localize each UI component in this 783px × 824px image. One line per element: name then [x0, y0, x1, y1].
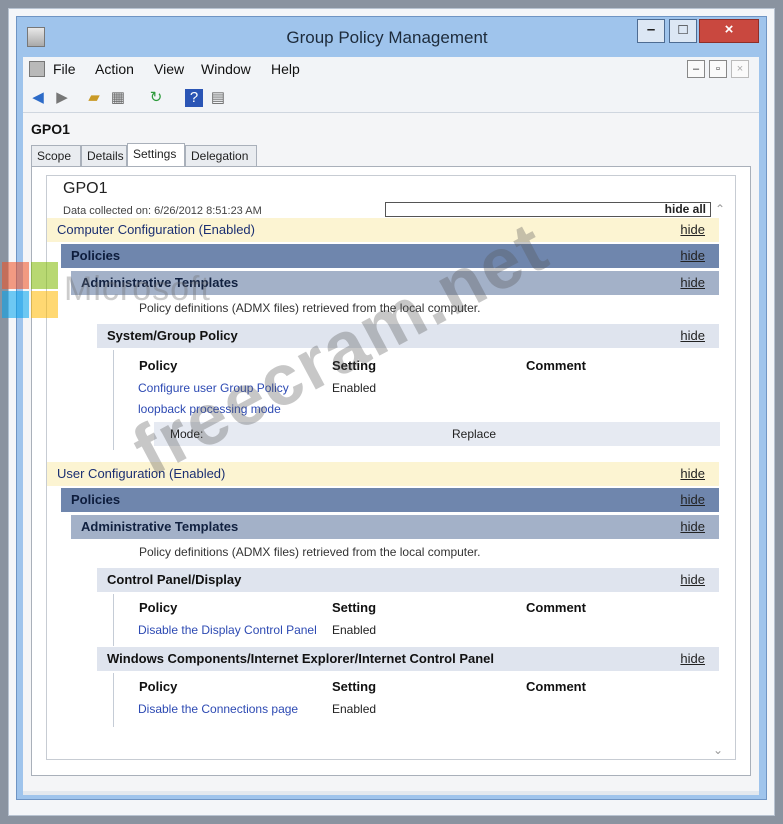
- col-policy: Policy: [139, 600, 178, 615]
- mdi-minimize-button[interactable]: –: [687, 60, 705, 78]
- admin-templates-label: Administrative Templates: [81, 519, 239, 534]
- policy-link[interactable]: Disable the Display Control Panel: [138, 623, 317, 637]
- client-area: GPO1 Scope Details Settings Delegation G…: [23, 113, 759, 791]
- policies-label: Policies: [71, 248, 121, 263]
- mdi-close-button[interactable]: ×: [731, 60, 749, 78]
- admx-note: Policy definitions (ADMX files) retrieve…: [139, 545, 481, 559]
- hide-link[interactable]: hide: [680, 222, 705, 237]
- policy-table: Policy Setting Comment Disable the Conne…: [113, 673, 719, 727]
- status-bar: [23, 791, 759, 795]
- menu-action[interactable]: Action: [95, 61, 134, 77]
- mode-value: Replace: [452, 427, 497, 441]
- hide-link[interactable]: hide: [680, 651, 705, 666]
- menu-bar: File Action View Window Help – ▫ ×: [23, 57, 759, 83]
- policies-label: Policies: [71, 492, 121, 507]
- forward-arrow-icon[interactable]: ▶: [53, 89, 71, 107]
- computer-config-title: Computer Configuration (Enabled): [57, 222, 255, 237]
- col-policy: Policy: [139, 679, 178, 694]
- menu-file[interactable]: File: [53, 61, 76, 77]
- policy-table: Policy Setting Comment Disable the Displ…: [113, 594, 719, 646]
- section-label: System/Group Policy: [107, 328, 238, 343]
- col-policy: Policy: [139, 358, 178, 373]
- scroll-up-icon[interactable]: ⌃: [715, 202, 725, 216]
- hide-link[interactable]: hide: [680, 275, 705, 290]
- microsoft-logo-watermark: [2, 262, 58, 318]
- hide-link[interactable]: hide: [680, 248, 705, 263]
- section-label: Control Panel/Display: [107, 572, 242, 587]
- menu-help[interactable]: Help: [271, 61, 300, 77]
- menu-view[interactable]: View: [154, 61, 184, 77]
- document-icon: [29, 61, 45, 77]
- col-setting: Setting: [332, 600, 377, 615]
- back-arrow-icon[interactable]: ◀: [29, 89, 47, 107]
- computer-config-header[interactable]: Computer Configuration (Enabled) hide: [47, 218, 719, 242]
- menu-window[interactable]: Window: [201, 61, 251, 77]
- policy-setting: Enabled: [332, 702, 377, 716]
- col-comment: Comment: [526, 600, 586, 615]
- toolbar: ◀ ▶ ▰ ▦ ↻ ? ▤: [23, 83, 759, 113]
- mdi-restore-button[interactable]: ▫: [709, 60, 727, 78]
- scroll-down-icon[interactable]: ⌄: [713, 743, 723, 757]
- tab-delegation[interactable]: Delegation: [185, 145, 257, 167]
- properties-icon[interactable]: ▤: [209, 89, 227, 107]
- hide-link[interactable]: hide: [680, 492, 705, 507]
- data-collected-text: Data collected on: 6/26/2012 8:51:23 AM: [63, 205, 262, 217]
- title-bar: Group Policy Management – □ ×: [17, 17, 766, 57]
- control-panel-display-header[interactable]: Control Panel/Display hide: [97, 568, 719, 592]
- help-icon[interactable]: ?: [185, 89, 203, 107]
- hide-link[interactable]: hide: [680, 328, 705, 343]
- gpo-heading: GPO1: [31, 121, 70, 137]
- policy-setting: Enabled: [332, 623, 377, 637]
- hide-link[interactable]: hide: [680, 466, 705, 481]
- maximize-button[interactable]: □: [669, 19, 697, 43]
- tab-details[interactable]: Details: [81, 145, 127, 167]
- hide-link[interactable]: hide: [680, 572, 705, 587]
- folder-up-icon[interactable]: ▰: [85, 89, 103, 107]
- show-hide-tree-icon[interactable]: ▦: [109, 89, 127, 107]
- microsoft-watermark-text: Microsoft: [64, 270, 211, 308]
- refresh-icon[interactable]: ↻: [147, 89, 165, 107]
- ie-control-panel-header[interactable]: Windows Components/Internet Explorer/Int…: [97, 647, 719, 671]
- minimize-button[interactable]: –: [637, 19, 665, 43]
- tab-settings[interactable]: Settings: [127, 143, 185, 168]
- col-setting: Setting: [332, 679, 377, 694]
- policy-link[interactable]: Disable the Connections page: [138, 702, 298, 716]
- admin-templates-header[interactable]: Administrative Templates hide: [71, 515, 719, 539]
- hide-all-link[interactable]: hide all: [385, 202, 711, 217]
- hide-link[interactable]: hide: [680, 519, 705, 534]
- policies-header[interactable]: Policies hide: [61, 244, 719, 268]
- tab-scope[interactable]: Scope: [31, 145, 81, 167]
- report-title: GPO1: [63, 180, 108, 197]
- settings-panel: GPO1 Data collected on: 6/26/2012 8:51:2…: [31, 166, 751, 776]
- close-button[interactable]: ×: [699, 19, 759, 43]
- col-comment: Comment: [526, 679, 586, 694]
- section-label: Windows Components/Internet Explorer/Int…: [107, 651, 495, 666]
- col-comment: Comment: [526, 358, 586, 373]
- app-window: Group Policy Management – □ × File Actio…: [16, 16, 767, 800]
